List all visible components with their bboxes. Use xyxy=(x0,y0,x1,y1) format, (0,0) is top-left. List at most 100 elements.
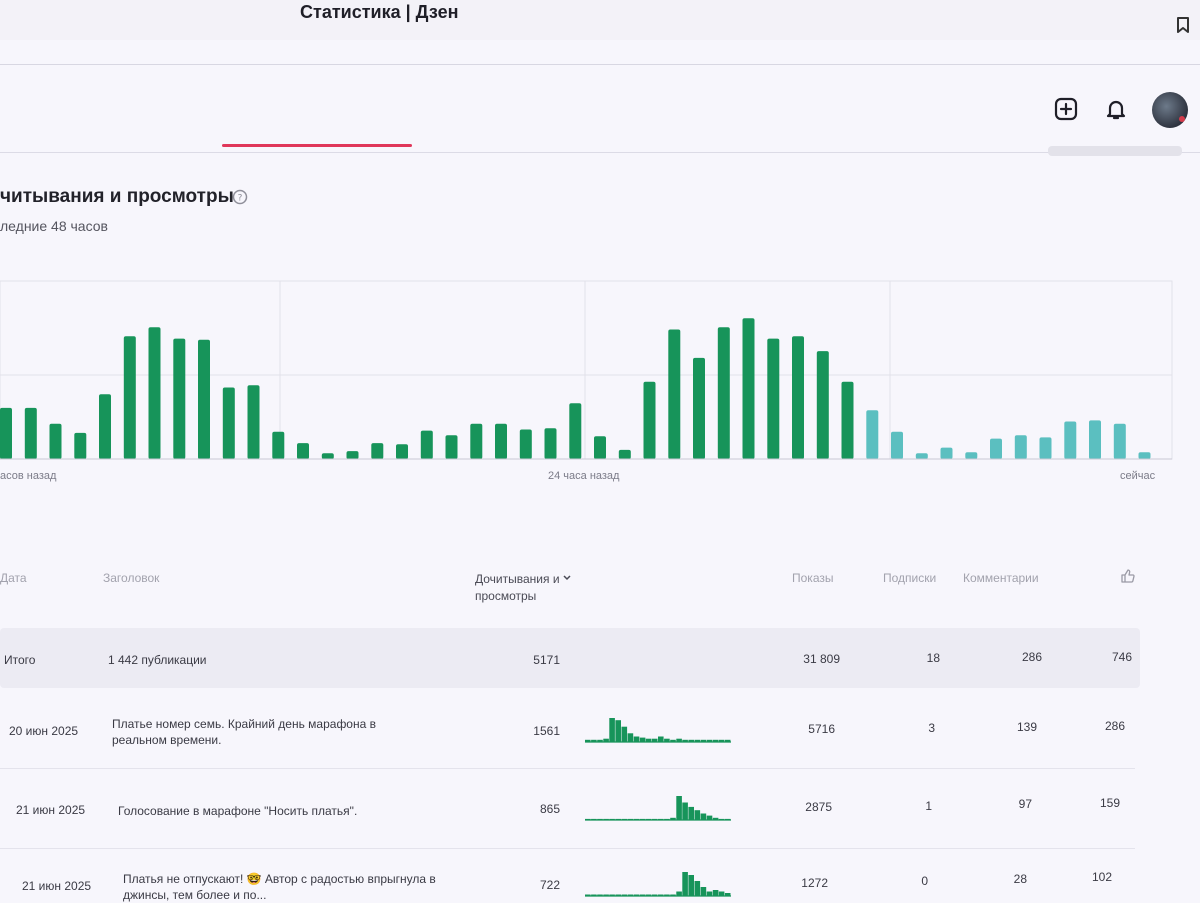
chart-bar[interactable] xyxy=(544,428,557,459)
sparkline-bar xyxy=(682,739,688,742)
chart-bar[interactable] xyxy=(99,394,111,459)
row-reads: 1561 xyxy=(533,724,560,738)
sparkline-bar xyxy=(651,738,658,742)
header-divider xyxy=(0,64,1200,65)
chart-bar[interactable] xyxy=(668,329,681,460)
chart-bar[interactable] xyxy=(618,449,631,459)
chart-bar[interactable] xyxy=(717,327,730,459)
chart-bar[interactable] xyxy=(915,453,928,459)
chart-bar[interactable] xyxy=(990,438,1002,459)
chart-bar[interactable] xyxy=(198,339,210,460)
sparkline-bar xyxy=(591,739,597,742)
sparkline-bar xyxy=(724,739,731,742)
chart-bar[interactable] xyxy=(247,385,260,459)
chart-bar[interactable] xyxy=(495,423,507,459)
total-label: Итого xyxy=(4,653,36,667)
total-likes: 746 xyxy=(1111,650,1132,664)
chart-bar[interactable] xyxy=(841,381,854,459)
row-date: 21 июн 2025 xyxy=(22,879,92,893)
chart-bar[interactable] xyxy=(272,431,285,459)
sparkline-bar xyxy=(712,890,719,896)
sparkline-bar xyxy=(706,891,713,896)
bookmark-icon[interactable] xyxy=(1176,16,1190,39)
thumbs-up-icon[interactable] xyxy=(1120,568,1136,587)
row-reads: 722 xyxy=(539,878,560,892)
chart-bar[interactable] xyxy=(569,403,582,459)
chart-bar[interactable] xyxy=(1064,421,1077,460)
sparkline-bar xyxy=(718,739,725,742)
sparkline-bar xyxy=(585,818,591,820)
help-icon[interactable]: ? xyxy=(232,189,248,210)
chart-bar[interactable] xyxy=(49,423,62,459)
row-title-link[interactable]: Платье номер семь. Крайний день марафона… xyxy=(112,716,422,748)
section-subtitle: ледние 48 часов xyxy=(0,218,108,234)
sparkline-bar xyxy=(658,818,664,820)
sparkline-bar xyxy=(645,738,652,742)
chart-bar[interactable] xyxy=(0,407,12,459)
sparkline-bar xyxy=(639,737,646,742)
column-header-comments[interactable]: Комментарии xyxy=(963,571,1039,585)
sparkline-bar xyxy=(694,881,701,896)
chart-bar[interactable] xyxy=(123,336,136,459)
column-header-title[interactable]: Заголовок xyxy=(103,571,159,585)
chart-bar[interactable] xyxy=(643,381,656,459)
row-subscriptions: 3 xyxy=(928,721,935,735)
chart-bar[interactable] xyxy=(371,443,384,459)
sparkline-bar xyxy=(664,738,670,742)
column-header-date[interactable]: Дата xyxy=(0,571,27,585)
sparkline-bar xyxy=(706,739,713,742)
scroll-indicator xyxy=(1048,146,1182,156)
chart-bar[interactable] xyxy=(148,327,161,459)
chart-bar[interactable] xyxy=(74,432,87,459)
chart-bar[interactable] xyxy=(693,357,705,459)
row-likes: 159 xyxy=(1099,796,1120,810)
chart-bar[interactable] xyxy=(940,447,953,459)
sparkline-bar xyxy=(682,872,688,896)
chart-bar[interactable] xyxy=(173,338,186,459)
sparkline-bar xyxy=(700,887,707,896)
chart-bar[interactable] xyxy=(222,387,235,460)
active-tab-indicator[interactable] xyxy=(222,144,412,147)
chart-bar[interactable] xyxy=(742,318,755,459)
chart-bar[interactable] xyxy=(396,444,408,459)
sort-desc-icon[interactable] xyxy=(562,571,572,588)
chart-bar[interactable] xyxy=(297,443,309,459)
chart-bar[interactable] xyxy=(1039,437,1052,459)
chart-bar[interactable] xyxy=(792,336,804,459)
row-title-link[interactable]: Голосование в марафоне "Носить платья". xyxy=(118,803,428,819)
column-header-reads[interactable]: Дочитывания и просмотры xyxy=(475,571,585,605)
chart-bar[interactable] xyxy=(24,407,37,459)
chart-bar[interactable] xyxy=(1138,452,1151,459)
chart-bar[interactable] xyxy=(519,429,532,460)
chart-bar[interactable] xyxy=(891,431,903,459)
column-header-subscriptions[interactable]: Подписки xyxy=(883,571,936,585)
chart-bar[interactable] xyxy=(767,338,780,459)
sparkline-bar xyxy=(670,739,676,742)
bell-icon[interactable] xyxy=(1103,96,1129,122)
plus-square-icon[interactable] xyxy=(1053,96,1079,122)
sparkline-bar xyxy=(712,817,719,820)
column-header-shows[interactable]: Показы xyxy=(792,571,833,585)
chart-bar[interactable] xyxy=(470,423,483,459)
chart-bar[interactable] xyxy=(420,430,433,459)
avatar[interactable] xyxy=(1152,92,1188,128)
chart-bar[interactable] xyxy=(1089,420,1101,459)
chart-bar[interactable] xyxy=(866,410,879,459)
row-title-link[interactable]: Платья не отпускают! 🤓 Автор с радостью … xyxy=(123,871,463,903)
sparkline-bar xyxy=(597,818,603,820)
chart-bar[interactable] xyxy=(321,453,334,459)
chart-bar[interactable] xyxy=(594,436,606,459)
sparkline-bar xyxy=(621,818,628,820)
row-comments: 97 xyxy=(1018,797,1032,811)
chart-bar[interactable] xyxy=(445,435,458,459)
chart-bar[interactable] xyxy=(1113,423,1126,459)
chart-bar[interactable] xyxy=(346,451,359,460)
row-reads: 865 xyxy=(539,802,560,816)
chart-bar[interactable] xyxy=(1014,435,1027,459)
chart-bar[interactable] xyxy=(965,452,978,459)
sparkline-bar xyxy=(676,796,682,820)
sparkline-bar xyxy=(633,736,640,742)
sparkline-bar xyxy=(591,894,597,896)
total-shows: 31 809 xyxy=(803,652,840,666)
chart-bar[interactable] xyxy=(816,351,829,459)
